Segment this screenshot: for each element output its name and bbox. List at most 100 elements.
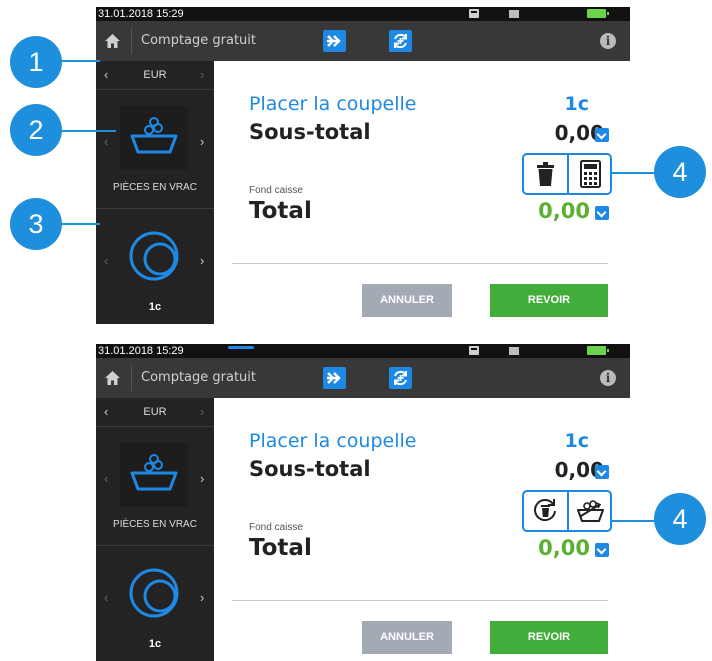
- callout-2-line: [60, 130, 116, 132]
- screen-2: 31.01.2018 15:29 Comptage gratuit i ‹ EU…: [96, 344, 630, 661]
- callout-2-badge: 2: [10, 104, 62, 156]
- chevron-right-icon[interactable]: ›: [200, 591, 204, 605]
- total-label: Total: [249, 535, 312, 561]
- currency-label: EUR: [143, 69, 167, 81]
- review-button[interactable]: REVOIR: [490, 621, 608, 654]
- battery-icon: [587, 346, 609, 355]
- total-label: Total: [249, 198, 312, 224]
- chevron-left-icon[interactable]: ‹: [104, 591, 108, 605]
- subtotal-label: Sous-total: [249, 457, 371, 481]
- cycle-button[interactable]: [389, 367, 412, 389]
- progress-indicator: [228, 346, 254, 349]
- bowl-coins-icon: [130, 454, 178, 491]
- currency-selector[interactable]: ‹ EUR ›: [96, 61, 214, 90]
- top-bar: Comptage gratuit i: [96, 21, 630, 61]
- callout-3-badge: 3: [10, 198, 62, 250]
- coin-label: 1c: [148, 301, 162, 313]
- bulk-coins-tile: [120, 106, 188, 170]
- chevron-left-icon[interactable]: ‹: [104, 135, 108, 149]
- coin-label: 1c: [148, 638, 162, 650]
- denomination-value: 1c: [564, 93, 589, 115]
- page-title: Comptage gratuit: [141, 33, 257, 48]
- info-icon[interactable]: i: [600, 370, 616, 386]
- subtotal-dropdown-icon[interactable]: [595, 465, 609, 479]
- forward-button[interactable]: [323, 30, 346, 52]
- bulk-coins-tile: [120, 443, 188, 507]
- chevron-right-icon[interactable]: ›: [200, 68, 204, 82]
- bulk-bowl-button[interactable]: [569, 492, 612, 530]
- bluetooth-icon: [509, 347, 519, 355]
- total-dropdown-icon[interactable]: [595, 206, 609, 220]
- divider: [232, 263, 608, 264]
- chevron-left-icon[interactable]: ‹: [104, 472, 108, 486]
- sidebar: ‹ EUR › ‹ › PIÈCES EN VRAC ‹ › 1c: [96, 398, 214, 661]
- cycle-button[interactable]: [389, 30, 412, 52]
- sidebar: ‹ EUR › ‹ › PIÈCES EN VRAC ‹ › 1c: [96, 61, 214, 324]
- divider: [232, 600, 608, 601]
- bluetooth-icon: [509, 10, 519, 18]
- mode-selector[interactable]: ‹ › PIÈCES EN VRAC: [96, 90, 214, 209]
- calculator-icon: [580, 160, 601, 188]
- calculator-button[interactable]: [569, 155, 612, 193]
- chevron-right-icon[interactable]: ›: [200, 135, 204, 149]
- trash-icon: [537, 162, 554, 186]
- coin-icon: [129, 231, 179, 281]
- float-label: Fond caisse: [249, 522, 303, 533]
- action-buttons-group: [522, 153, 612, 195]
- battery-icon: [587, 9, 609, 18]
- subtotal-dropdown-icon[interactable]: [595, 128, 609, 142]
- callout-1-badge: 1: [10, 36, 62, 88]
- chevron-right-icon[interactable]: ›: [200, 472, 204, 486]
- callout-4-line: [610, 172, 660, 174]
- main-panel: Placer la coupelle 1c Sous-total 0,00 Fo…: [214, 61, 630, 324]
- coin-selector[interactable]: ‹ › 1c: [96, 546, 214, 661]
- callout-4b-line: [610, 520, 660, 522]
- forward-arrow-icon: [327, 372, 341, 384]
- forward-arrow-icon: [327, 35, 341, 47]
- total-value: 0,00: [538, 536, 590, 560]
- review-button[interactable]: REVOIR: [490, 284, 608, 317]
- currency-selector[interactable]: ‹ EUR ›: [96, 398, 214, 427]
- denomination-value: 1c: [564, 430, 589, 452]
- total-dropdown-icon[interactable]: [595, 543, 609, 557]
- screen-1: 31.01.2018 15:29 Comptage gratuit i ‹ EU…: [96, 7, 630, 324]
- cancel-button[interactable]: ANNULER: [362, 621, 452, 654]
- float-label: Fond caisse: [249, 185, 303, 196]
- info-icon[interactable]: i: [600, 33, 616, 49]
- home-icon[interactable]: [104, 370, 121, 386]
- mode-selector[interactable]: ‹ › PIÈCES EN VRAC: [96, 427, 214, 546]
- topbar-separator: [131, 28, 132, 54]
- instruction-label: Placer la coupelle: [249, 430, 417, 452]
- callout-4b-badge: 4: [654, 493, 706, 545]
- action-buttons-group: [522, 490, 612, 532]
- home-icon[interactable]: [104, 33, 121, 49]
- cycle-add-icon: [394, 370, 407, 386]
- restore-trash-icon: [534, 499, 556, 522]
- mode-label: PIÈCES EN VRAC: [113, 519, 197, 530]
- bowl-coins-icon: [130, 117, 178, 154]
- forward-button[interactable]: [323, 367, 346, 389]
- cancel-button[interactable]: ANNULER: [362, 284, 452, 317]
- currency-label: EUR: [143, 406, 167, 418]
- sd-card-icon: [469, 346, 479, 355]
- coin-icon: [129, 568, 179, 618]
- status-bar: 31.01.2018 15:29: [96, 344, 630, 358]
- restore-button[interactable]: [524, 492, 569, 530]
- chevron-right-icon[interactable]: ›: [200, 254, 204, 268]
- subtotal-label: Sous-total: [249, 120, 371, 144]
- status-datetime: 31.01.2018 15:29: [98, 345, 184, 357]
- chevron-left-icon[interactable]: ‹: [104, 254, 108, 268]
- mode-label: PIÈCES EN VRAC: [113, 182, 197, 193]
- callout-1-line: [60, 60, 100, 62]
- bowl-coins-icon: [577, 500, 604, 522]
- page-title: Comptage gratuit: [141, 370, 257, 385]
- topbar-separator: [131, 365, 132, 391]
- chevron-right-icon[interactable]: ›: [200, 405, 204, 419]
- delete-button[interactable]: [524, 155, 569, 193]
- top-bar: Comptage gratuit i: [96, 358, 630, 398]
- callout-4-badge: 4: [654, 146, 706, 198]
- total-value: 0,00: [538, 199, 590, 223]
- status-datetime: 31.01.2018 15:29: [98, 8, 184, 20]
- coin-selector[interactable]: ‹ › 1c: [96, 209, 214, 324]
- callout-3-line: [60, 223, 100, 225]
